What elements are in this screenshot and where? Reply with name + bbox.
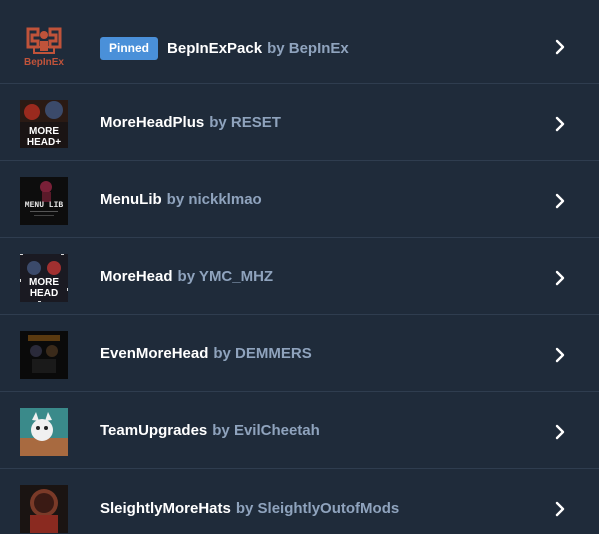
menulib-thumbnail: MENU LIB (20, 177, 68, 225)
mod-author[interactable]: by nickklmao (167, 191, 262, 208)
mod-author[interactable]: by BepInEx (267, 40, 349, 57)
mod-name[interactable]: BepInExPack (167, 40, 262, 57)
mod-row-bepinexpack[interactable]: BepInEx Pinned BepInExPack by BepInEx (0, 7, 599, 84)
sleightlymorehats-thumbnail (20, 485, 68, 533)
svg-text:HEAD: HEAD (30, 288, 58, 299)
bepinex-logo-text: BepInEx (23, 57, 64, 68)
svg-text:MORE: MORE (29, 277, 59, 288)
mod-name[interactable]: MoreHead (100, 268, 173, 285)
mod-author[interactable]: by SleightlyOutofMods (236, 500, 399, 517)
mod-title: TeamUpgrades by EvilCheetah (100, 422, 320, 439)
mod-name[interactable]: MenuLib (100, 191, 162, 208)
chevron-right-icon[interactable] (551, 38, 569, 56)
mod-author[interactable]: by DEMMERS (213, 345, 311, 362)
mod-title: MoreHeadPlus by RESET (100, 114, 281, 131)
mod-author[interactable]: by EvilCheetah (212, 422, 320, 439)
bepinex-logo-icon: BepInEx (20, 23, 68, 71)
mod-author[interactable]: by YMC_MHZ (178, 268, 274, 285)
mod-name[interactable]: SleightlyMoreHats (100, 500, 231, 517)
mod-list: BepInEx Pinned BepInExPack by BepInEx MO… (0, 0, 599, 534)
mod-name[interactable]: EvenMoreHead (100, 345, 208, 362)
mod-author[interactable]: by RESET (209, 114, 281, 131)
moreheadplus-thumbnail: MORE HEAD+ (20, 100, 68, 148)
pinned-badge: Pinned (100, 37, 159, 60)
mod-name[interactable]: TeamUpgrades (100, 422, 207, 439)
chevron-right-icon[interactable] (551, 423, 569, 441)
mod-row-sleightlymorehats[interactable]: SleightlyMoreHats by SleightlyOutofMods (0, 469, 599, 534)
chevron-right-icon[interactable] (551, 115, 569, 133)
svg-text:MORE: MORE (29, 126, 59, 137)
chevron-right-icon[interactable] (551, 500, 569, 518)
mod-title: EvenMoreHead by DEMMERS (100, 345, 312, 362)
mod-title: MenuLib by nickklmao (100, 191, 262, 208)
svg-text:HEAD+: HEAD+ (27, 137, 61, 148)
svg-text:MENU LIB: MENU LIB (25, 201, 64, 210)
chevron-right-icon[interactable] (551, 346, 569, 364)
teamupgrades-thumbnail (20, 408, 68, 456)
mod-row-teamupgrades[interactable]: TeamUpgrades by EvilCheetah (0, 392, 599, 469)
mod-title: Pinned BepInExPack by BepInEx (100, 37, 349, 60)
morehead-thumbnail: MORE HEAD (20, 254, 68, 302)
mod-name[interactable]: MoreHeadPlus (100, 114, 204, 131)
chevron-right-icon[interactable] (551, 269, 569, 287)
mod-title: MoreHead by YMC_MHZ (100, 268, 273, 285)
mod-title: SleightlyMoreHats by SleightlyOutofMods (100, 500, 399, 517)
mod-row-morehead[interactable]: MORE HEAD MoreHead by YMC_MHZ (0, 238, 599, 315)
evenmorehead-thumbnail (20, 331, 68, 379)
mod-row-moreheadplus[interactable]: MORE HEAD+ MoreHeadPlus by RESET (0, 84, 599, 161)
mod-row-evenmorehead[interactable]: EvenMoreHead by DEMMERS (0, 315, 599, 392)
chevron-right-icon[interactable] (551, 192, 569, 210)
mod-row-menulib[interactable]: MENU LIB MenuLib by nickklmao (0, 161, 599, 238)
